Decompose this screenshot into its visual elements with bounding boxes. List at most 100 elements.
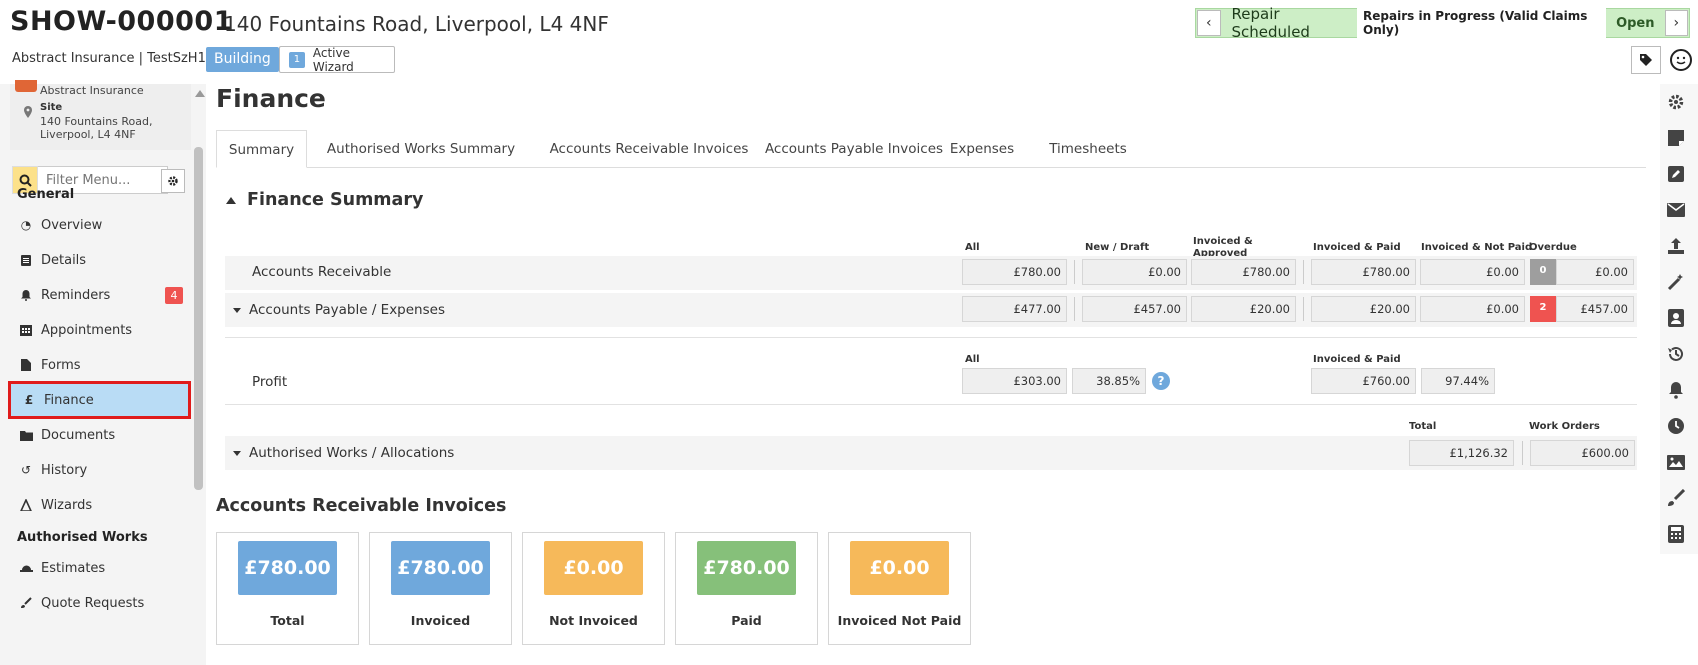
folder-icon	[19, 428, 33, 442]
sidebar-scroll-thumb[interactable]	[194, 147, 203, 490]
sidebar-item-wizards[interactable]: Wizards	[8, 486, 191, 524]
envelope-icon[interactable]	[1665, 199, 1687, 221]
clipboard-icon	[19, 253, 33, 267]
divider	[1522, 441, 1523, 465]
sidebar-item-history[interactable]: ↺ History	[8, 451, 191, 489]
ar-card-label: Paid	[731, 613, 762, 628]
tab-summary[interactable]: Summary	[216, 130, 307, 168]
gear-icon	[168, 176, 178, 186]
ar-card-label: Total	[270, 613, 305, 628]
ar-overdue-count-badge[interactable]: 0	[1530, 259, 1556, 285]
ap-row-toggle[interactable]: Accounts Payable / Expenses	[233, 302, 445, 318]
sidebar-item-label: Forms	[41, 357, 81, 373]
profit-all-percent: 38.85%	[1072, 368, 1146, 394]
sidebar-item-documents[interactable]: Documents	[8, 416, 191, 454]
divider	[1074, 260, 1075, 284]
pound-icon: £	[24, 393, 34, 407]
divider	[225, 337, 1637, 338]
expand-triangle-icon	[233, 450, 241, 456]
feedback-smile-icon[interactable]	[1670, 49, 1692, 71]
sidebar-item-appointments[interactable]: Appointments	[8, 311, 191, 349]
job-address: 140 Fountains Road, Liverpool, L4 4NF	[224, 12, 609, 36]
sidebar-item-quote-requests[interactable]: Quote Requests	[8, 584, 191, 622]
header: SHOW-000001 140 Fountains Road, Liverpoo…	[0, 0, 1698, 80]
ar-card-value: £0.00	[544, 541, 643, 595]
status-label: Repair Scheduled	[1231, 5, 1310, 41]
chevron-left-icon: ‹	[1205, 15, 1212, 31]
state-label: Open	[1616, 15, 1655, 31]
tag-button[interactable]	[1631, 46, 1661, 74]
menu-heading-authorised-works: Authorised Works	[17, 530, 148, 545]
aw-row-toggle[interactable]: Authorised Works / Allocations	[233, 445, 454, 461]
finance-summary-toggle[interactable]: Finance Summary	[226, 190, 423, 210]
bell-icon	[19, 288, 33, 302]
col-header-new-draft: New / Draft	[1085, 242, 1150, 253]
status-prev-button[interactable]: ‹	[1197, 10, 1221, 36]
page-title: Finance	[216, 84, 326, 113]
sidebar-item-estimates[interactable]: Estimates	[8, 549, 191, 587]
ar-invoiced-paid-value: £780.00	[1311, 259, 1416, 285]
edit-icon[interactable]	[1665, 163, 1687, 185]
tab-accounts-receivable-invoices[interactable]: Accounts Receivable Invoices	[532, 130, 766, 168]
history-icon[interactable]	[1665, 343, 1687, 365]
insurer-name: Abstract Insurance	[40, 84, 144, 97]
calculator-icon[interactable]	[1665, 523, 1687, 545]
ap-invoiced-not-paid-value: £0.00	[1420, 296, 1525, 322]
ar-new-draft-value: £0.00	[1082, 259, 1187, 285]
active-wizard-button[interactable]: 1 Active Wizard	[279, 46, 395, 74]
divider	[1303, 297, 1304, 321]
tab-authorised-works-summary[interactable]: Authorised Works Summary	[315, 130, 527, 168]
gear-icon[interactable]	[1665, 91, 1687, 113]
row-label-accounts-receivable: Accounts Receivable	[252, 264, 392, 280]
aw-header-work-orders: Work Orders	[1529, 421, 1600, 432]
ar-invoiced-approved-value: £780.00	[1191, 259, 1296, 285]
sidebar-item-details[interactable]: Details	[8, 241, 191, 279]
ar-card-invoiced[interactable]: £780.00 Invoiced	[369, 532, 512, 645]
magic-icon[interactable]	[1665, 271, 1687, 293]
sidebar: Abstract Insurance Site 140 Fountains Ro…	[0, 80, 206, 665]
help-icon[interactable]: ?	[1152, 372, 1170, 390]
col-header-all: All	[965, 242, 980, 253]
calendar-icon	[19, 323, 33, 337]
sidebar-item-forms[interactable]: Forms	[8, 346, 191, 384]
aw-header-total: Total	[1409, 421, 1437, 432]
sidebar-item-reminders[interactable]: Reminders 4	[8, 276, 191, 314]
map-pin-icon	[24, 106, 32, 118]
sidebar-item-overview[interactable]: ◔ Overview	[8, 206, 191, 244]
ap-invoiced-approved-value: £20.00	[1191, 296, 1296, 322]
ar-card-value: £0.00	[850, 541, 949, 595]
ap-overdue-count-badge[interactable]: 2	[1530, 296, 1556, 322]
sidebar-item-label: Quote Requests	[41, 595, 145, 611]
collapse-triangle-icon	[226, 196, 236, 204]
client-line: Abstract Insurance | TestSzH1	[12, 51, 206, 66]
bell-icon[interactable]	[1665, 379, 1687, 401]
scroll-up-arrow-icon[interactable]	[195, 90, 205, 97]
tab-timesheets[interactable]: Timesheets	[1028, 130, 1148, 168]
aw-total-value: £1,126.32	[1409, 440, 1514, 466]
profit-paid-percent: 97.44%	[1421, 368, 1495, 394]
aw-work-orders-value: £600.00	[1530, 440, 1635, 466]
wizard-icon	[19, 498, 33, 512]
profit-header-invoiced-paid: Invoiced & Paid	[1313, 354, 1401, 365]
reminders-count-badge: 4	[165, 286, 183, 304]
upload-icon[interactable]	[1665, 235, 1687, 257]
filter-settings-button[interactable]	[161, 169, 185, 193]
history-icon: ↺	[20, 463, 32, 477]
clock-icon[interactable]	[1665, 415, 1687, 437]
note-icon[interactable]	[1665, 127, 1687, 149]
brush-icon[interactable]	[1665, 487, 1687, 509]
status-next-button[interactable]: ›	[1664, 10, 1689, 36]
tab-expenses[interactable]: Expenses	[934, 130, 1030, 168]
sidebar-item-finance[interactable]: £ Finance	[8, 381, 191, 419]
profit-header-all: All	[965, 354, 980, 365]
sidebar-item-label: Finance	[44, 392, 94, 408]
ar-card-paid[interactable]: £780.00 Paid	[675, 532, 818, 645]
contact-icon[interactable]	[1665, 307, 1687, 329]
ar-card-total[interactable]: £780.00 Total	[216, 532, 359, 645]
ar-card-invoiced-not-paid[interactable]: £0.00 Invoiced Not Paid	[828, 532, 971, 645]
insurer-logo-icon	[15, 80, 37, 92]
image-icon[interactable]	[1665, 451, 1687, 473]
ar-card-value: £780.00	[238, 541, 337, 595]
site-card: Abstract Insurance Site 140 Fountains Ro…	[10, 80, 191, 150]
ar-card-not-invoiced[interactable]: £0.00 Not Invoiced	[522, 532, 665, 645]
